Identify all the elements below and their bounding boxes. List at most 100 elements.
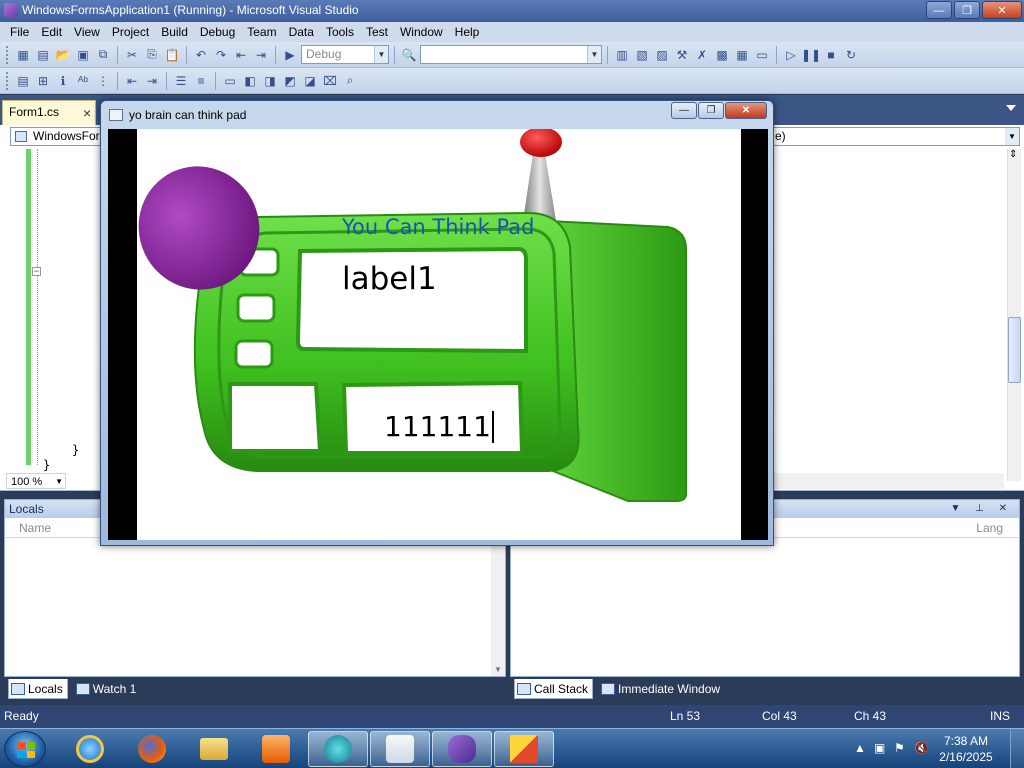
minimize-button[interactable]: — (926, 1, 952, 19)
cut-icon[interactable]: ✂ (123, 46, 141, 64)
toolbox-icon[interactable]: ⚒ (673, 46, 691, 64)
taskbar-visual-studio[interactable] (432, 731, 492, 767)
taskbar-internet-explorer[interactable] (60, 731, 120, 767)
menu-debug[interactable]: Debug (194, 22, 241, 42)
locals-scrollbar[interactable]: ▼ (491, 538, 505, 676)
menu-build[interactable]: Build (155, 22, 194, 42)
taskbar-running-form[interactable] (494, 731, 554, 767)
tab-locals[interactable]: Locals (8, 679, 68, 699)
start-button[interactable] (4, 731, 46, 767)
form-minimize-button[interactable]: — (671, 102, 697, 119)
network-icon[interactable]: ▣ (874, 741, 885, 755)
tab-form1-cs[interactable]: Form1.cs × (2, 100, 96, 125)
previous-bookmark-icon[interactable]: ◧ (241, 72, 259, 90)
open-file-icon[interactable]: 📂 (54, 46, 72, 64)
menu-team[interactable]: Team (241, 22, 282, 42)
chevron-down-icon[interactable]: ▼ (374, 46, 388, 63)
chevron-down-icon[interactable]: ▼ (55, 474, 63, 490)
copy-icon[interactable]: ⎘ (143, 46, 161, 64)
scrollbar-thumb[interactable] (1008, 317, 1021, 383)
menu-window[interactable]: Window (394, 22, 449, 42)
decrease-indent-icon[interactable]: ⇤ (123, 72, 141, 90)
clock[interactable]: 7:38 AM 2/16/2025 (930, 733, 1002, 765)
editor-vertical-scrollbar[interactable]: ⇕ (1007, 149, 1021, 481)
break-all-icon[interactable]: ❚❚ (801, 46, 821, 64)
scroll-down-icon[interactable]: ▼ (494, 665, 502, 674)
solution-configuration-combo[interactable]: Debug ▼ (301, 45, 389, 64)
menu-help[interactable]: Help (449, 22, 486, 42)
start-page-icon[interactable]: ▩ (713, 46, 731, 64)
quick-info-icon[interactable]: ℹ (54, 72, 72, 90)
tab-immediate-window[interactable]: Immediate Window (599, 679, 724, 699)
show-desktop-button[interactable] (1010, 729, 1024, 768)
find-icon[interactable]: ⌕ (341, 72, 359, 90)
class-view-icon[interactable]: ▦ (733, 46, 751, 64)
zoom-combo[interactable]: 100 % ▼ (6, 473, 66, 489)
uncomment-icon[interactable]: ≡ (192, 72, 210, 90)
clear-bookmarks-icon[interactable]: ⌧ (321, 72, 339, 90)
menu-data[interactable]: Data (283, 22, 320, 42)
types-navigation-combo[interactable]: WindowsForms (10, 127, 110, 146)
action-center-flag-icon[interactable]: ⚑ (894, 741, 905, 755)
navigate-backward-icon[interactable]: ⇤ (232, 46, 250, 64)
display-word-completion-icon[interactable]: ⋮ (94, 72, 112, 90)
chevron-down-icon[interactable]: ▼ (587, 46, 601, 63)
form-close-button[interactable]: ✕ (725, 102, 767, 119)
list-members-icon[interactable]: ▤ (14, 72, 32, 90)
find-in-files-icon[interactable]: 🔍 (400, 46, 418, 64)
restore-button[interactable]: ❐ (954, 1, 980, 19)
new-project-icon[interactable]: ▦ (14, 46, 32, 64)
next-bookmark-folder-icon[interactable]: ◪ (301, 72, 319, 90)
collapse-outline-icon[interactable]: − (32, 267, 41, 276)
add-item-icon[interactable]: ▤ (34, 46, 52, 64)
toolbar-gripper[interactable] (6, 45, 10, 64)
form-maximize-button[interactable]: ❐ (698, 102, 724, 119)
tab-call-stack[interactable]: Call Stack (514, 679, 594, 699)
increase-indent-icon[interactable]: ⇥ (143, 72, 161, 90)
parameter-info-icon[interactable]: ⊞ (34, 72, 52, 90)
number-textbox[interactable]: 111111 (384, 411, 494, 443)
toolbar-gripper[interactable] (6, 71, 10, 90)
find-combo[interactable]: ▼ (420, 45, 602, 64)
menu-test[interactable]: Test (360, 22, 394, 42)
taskbar-firefox[interactable] (122, 731, 182, 767)
close-tab-icon[interactable]: × (83, 102, 91, 124)
save-all-icon[interactable]: ⧉ (94, 46, 112, 64)
menu-view[interactable]: View (68, 22, 106, 42)
close-button[interactable]: ✕ (982, 1, 1022, 19)
other-windows-icon[interactable]: ▭ (753, 46, 771, 64)
solution-explorer-icon[interactable]: ▥ (613, 46, 631, 64)
window-position-icons[interactable]: ▼ ⊥ ✕ (950, 500, 1013, 518)
taskbar-app-1[interactable] (308, 731, 368, 767)
start-debugging-icon[interactable]: ▶ (281, 46, 299, 64)
members-navigation-combo[interactable]: e) ▼ (770, 127, 1020, 146)
properties-window-icon[interactable]: ▧ (633, 46, 651, 64)
next-bookmark-icon[interactable]: ◨ (261, 72, 279, 90)
menu-tools[interactable]: Tools (320, 22, 360, 42)
redo-icon[interactable]: ↷ (212, 46, 230, 64)
active-files-dropdown-icon[interactable] (1006, 105, 1016, 111)
comment-out-icon[interactable]: ☰ (172, 72, 190, 90)
paste-icon[interactable]: 📋 (163, 46, 181, 64)
toggle-bookmark-icon[interactable]: ▭ (221, 72, 239, 90)
show-hidden-icons-icon[interactable]: ▲ (854, 741, 866, 755)
tools-icon[interactable]: ✗ (693, 46, 711, 64)
object-browser-icon[interactable]: ▨ (653, 46, 671, 64)
editor-horizontal-scrollbar[interactable] (770, 473, 1004, 489)
navigate-forward-icon[interactable]: ⇥ (252, 46, 270, 64)
previous-bookmark-folder-icon[interactable]: ◩ (281, 72, 299, 90)
undo-icon[interactable]: ↶ (192, 46, 210, 64)
save-icon[interactable]: ▣ (74, 46, 92, 64)
stop-debugging-icon[interactable]: ■ (822, 46, 840, 64)
tab-watch-1[interactable]: Watch 1 (74, 679, 141, 699)
menu-file[interactable]: File (4, 22, 35, 42)
taskbar-media-player[interactable] (246, 731, 306, 767)
restart-icon[interactable]: ↻ (842, 46, 860, 64)
menu-project[interactable]: Project (106, 22, 155, 42)
splitter-icon[interactable]: ⇕ (1009, 149, 1017, 160)
menu-edit[interactable]: Edit (35, 22, 68, 42)
column-header-language[interactable]: Lang (976, 518, 1003, 538)
chevron-down-icon[interactable]: ▼ (1005, 128, 1019, 145)
complete-word-icon[interactable]: ᴬᵇ (74, 72, 92, 90)
volume-muted-icon[interactable]: 🔇 (914, 741, 929, 755)
